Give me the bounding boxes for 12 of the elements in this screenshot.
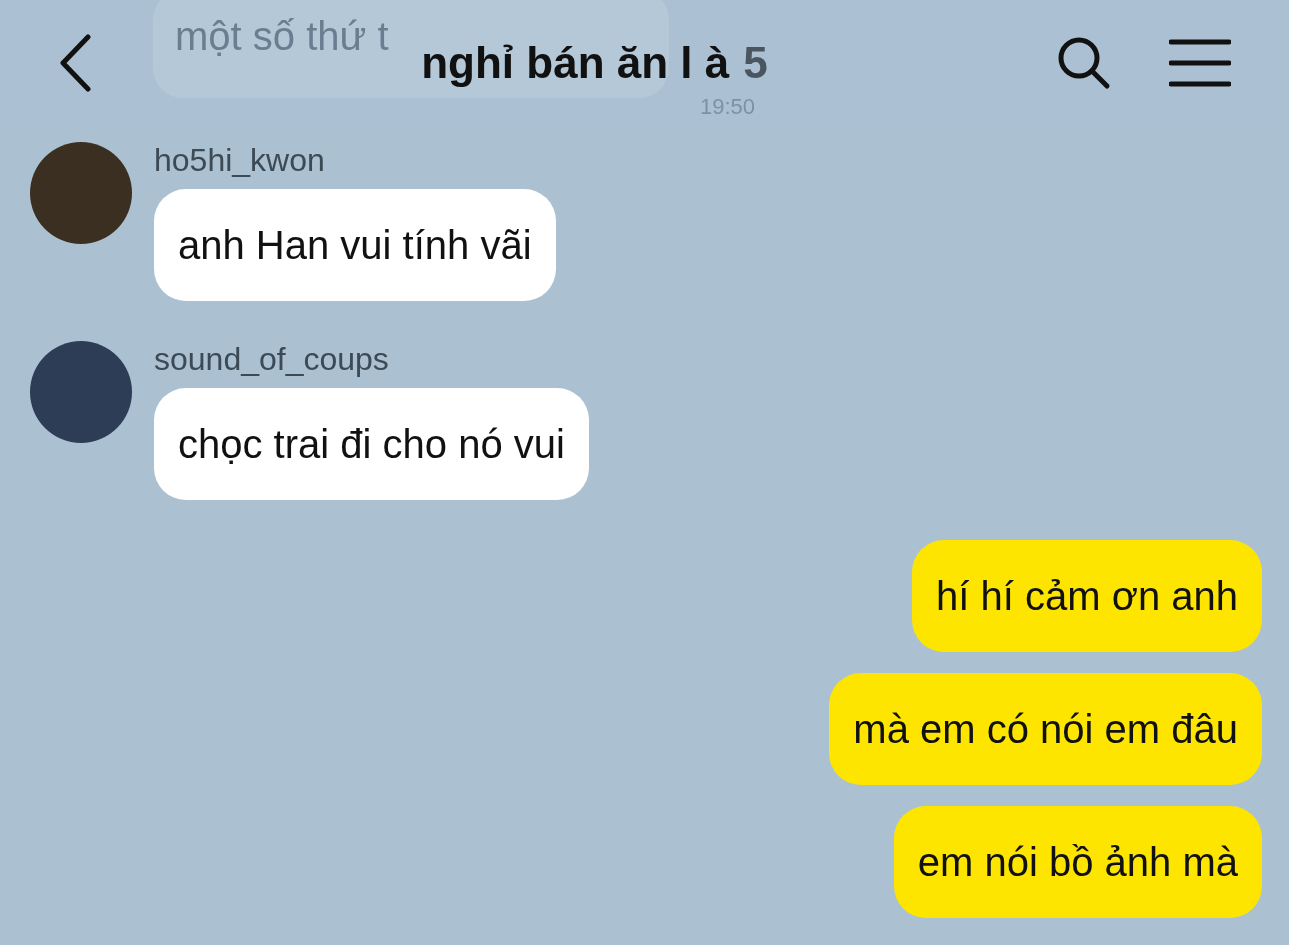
sent-message-bubble: mà em có nói em đâu [829,673,1262,785]
search-button[interactable] [1057,35,1111,90]
chat-title: nghỉ bán ăn l à [421,37,730,88]
back-button[interactable] [58,33,92,92]
sent-message-bubble: em nói bồ ảnh mà [893,806,1262,918]
member-count: 5 [743,37,768,88]
sender-name: ho5hi_kwon [154,142,325,179]
received-message-bubble: chọc trai đi cho nó vui [154,388,589,500]
received-message-bubble: anh Han vui tính vãi [154,189,556,301]
sent-message-bubble: hí hí cảm ơn anh [912,540,1262,652]
menu-button[interactable] [1169,38,1231,87]
sender-name: sound_of_coups [154,341,389,378]
